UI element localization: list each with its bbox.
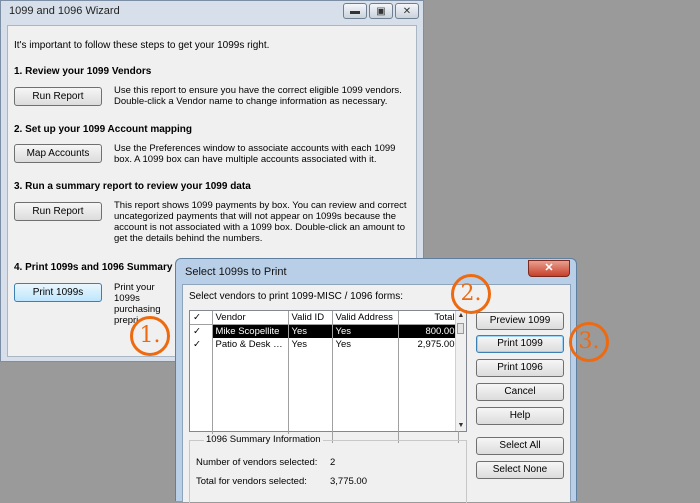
summary-group: 1096 Summary Information Number of vendo… <box>189 434 467 503</box>
row-checkbox[interactable]: ✓ <box>190 324 213 338</box>
table-header-row: ✓ Vendor Valid ID Valid Address Total <box>190 311 459 325</box>
vendors-total-label: Total for vendors selected: <box>196 476 307 487</box>
dialog-body: Select vendors to print 1099-MISC / 1096… <box>182 284 571 503</box>
table-row[interactable]: ✓ Patio & Desk D... Yes Yes 2,975.00 <box>190 338 459 351</box>
vendors-count-label: Number of vendors selected: <box>196 457 318 468</box>
vendors-count-value: 2 <box>330 457 336 468</box>
dialog-instruction: Select vendors to print 1099-MISC / 1096… <box>189 291 403 302</box>
step-3-heading: 3. Run a summary report to review your 1… <box>14 181 251 192</box>
callout-2: 2. <box>451 274 491 314</box>
check-column-header[interactable]: ✓ <box>190 311 213 325</box>
callout-1: 1. <box>130 316 170 356</box>
vendors-total-value: 3,775.00 <box>330 476 367 487</box>
select-none-button[interactable]: Select None <box>476 461 564 479</box>
vendor-name: Mike Scopellite <box>212 324 289 338</box>
map-accounts-button[interactable]: Map Accounts <box>14 144 102 163</box>
step-2-description: Use the Preferences window to associate … <box>114 143 396 165</box>
preview-1099-button[interactable]: Preview 1099 <box>476 312 564 330</box>
step-4-heading: 4. Print 1099s and 1096 Summary <box>14 262 173 273</box>
scroll-down-icon[interactable]: ▼ <box>456 421 466 431</box>
wizard-titlebar[interactable]: 1099 and 1096 Wizard ▬ ▣ ✕ <box>1 1 423 23</box>
select-all-button[interactable]: Select All <box>476 437 564 455</box>
maximize-button[interactable]: ▣ <box>369 3 393 19</box>
table-row[interactable]: ✓ Mike Scopellite Yes Yes 800.00 <box>190 324 459 338</box>
valid-id: Yes <box>288 324 333 338</box>
step-1-heading: 1. Review your 1099 Vendors <box>14 66 152 77</box>
print-1099-button[interactable]: Print 1099 <box>476 335 564 353</box>
vendor-column-header[interactable]: Vendor <box>212 311 289 325</box>
window-controls: ▬ ▣ ✕ <box>343 3 419 19</box>
vendor-total: 800.00 <box>398 324 459 338</box>
valid-address-column-header[interactable]: Valid Address <box>332 311 399 325</box>
help-button[interactable]: Help <box>476 407 564 425</box>
vendor-grid[interactable]: ✓ Vendor Valid ID Valid Address Total ✓ … <box>189 310 467 443</box>
wizard-title: 1099 and 1096 Wizard <box>9 5 120 17</box>
scroll-thumb[interactable] <box>457 323 464 334</box>
grid-scrollbar[interactable]: ▲ ▼ <box>455 311 466 431</box>
vendor-table: ✓ Vendor Valid ID Valid Address Total ✓ … <box>190 311 459 443</box>
row-checkbox[interactable]: ✓ <box>190 338 213 351</box>
wizard-intro: It's important to follow these steps to … <box>14 40 270 51</box>
close-button[interactable]: ✕ <box>395 3 419 19</box>
select-1099s-dialog: Select 1099s to Print ✕ Select vendors t… <box>175 258 577 503</box>
print-1099s-button[interactable]: Print 1099s <box>14 283 102 302</box>
empty-row <box>190 351 459 443</box>
vendor-total: 2,975.00 <box>398 338 459 351</box>
run-summary-report-button[interactable]: Run Report <box>14 202 102 221</box>
valid-address: Yes <box>332 324 399 338</box>
step-3-description: This report shows 1099 payments by box. … <box>114 200 407 244</box>
total-column-header[interactable]: Total <box>398 311 459 325</box>
valid-id: Yes <box>288 338 333 351</box>
dialog-close-button[interactable]: ✕ <box>528 260 570 277</box>
callout-3: 3. <box>569 322 609 362</box>
vendor-name: Patio & Desk D... <box>212 338 289 351</box>
cancel-button[interactable]: Cancel <box>476 383 564 401</box>
print-1096-button[interactable]: Print 1096 <box>476 359 564 377</box>
step-2-heading: 2. Set up your 1099 Account mapping <box>14 124 192 135</box>
step-1-description: Use this report to ensure you have the c… <box>114 85 402 107</box>
valid-address: Yes <box>332 338 399 351</box>
valid-id-column-header[interactable]: Valid ID <box>288 311 333 325</box>
minimize-button[interactable]: ▬ <box>343 3 367 19</box>
run-vendor-report-button[interactable]: Run Report <box>14 87 102 106</box>
dialog-title: Select 1099s to Print <box>185 266 287 278</box>
summary-title: 1096 Summary Information <box>204 434 323 445</box>
